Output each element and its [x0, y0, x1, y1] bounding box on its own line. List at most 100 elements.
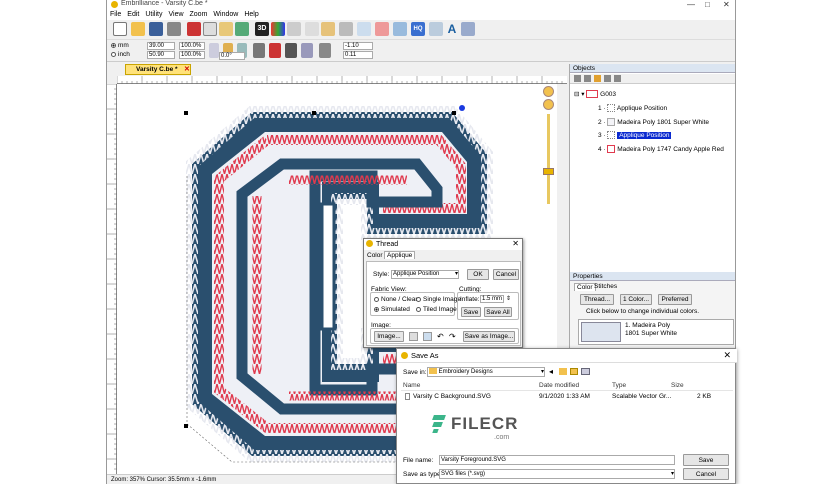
- cancel-button[interactable]: Cancel: [683, 468, 729, 480]
- col-size[interactable]: Size: [671, 382, 684, 389]
- paste-icon[interactable]: [219, 22, 233, 36]
- obj-ungroup-icon[interactable]: [614, 75, 621, 82]
- stitch-sim-icon[interactable]: [287, 22, 301, 36]
- col-date[interactable]: Date modified: [539, 382, 579, 389]
- angle-field[interactable]: 0.0°: [219, 52, 245, 60]
- new-folder-icon[interactable]: [570, 368, 578, 375]
- save-all-button[interactable]: Save All: [484, 307, 512, 317]
- height-field[interactable]: 50.90: [147, 51, 175, 59]
- document-tab[interactable]: Varsity C.be * ✕: [125, 64, 191, 75]
- scale-height-field[interactable]: 100.0%: [179, 51, 205, 59]
- unit-mm-radio[interactable]: [111, 42, 116, 48]
- ruler-icon[interactable]: [321, 22, 335, 36]
- merge-icon[interactable]: [393, 22, 407, 36]
- rotate-left-icon[interactable]: ↶: [437, 332, 444, 341]
- radio-single[interactable]: [416, 296, 421, 302]
- maximize-icon[interactable]: □: [705, 0, 710, 9]
- color-swatch-list[interactable]: 1. Madeira Poly 1801 Super White: [578, 319, 734, 345]
- preferred-button[interactable]: Preferred: [658, 294, 692, 305]
- lock-ratio-icon[interactable]: [209, 43, 219, 58]
- save-as-close-icon[interactable]: ✕: [723, 350, 731, 361]
- print-icon[interactable]: [167, 22, 181, 36]
- radio-none[interactable]: [374, 296, 379, 302]
- cut-icon[interactable]: [187, 22, 201, 36]
- obj-group-icon[interactable]: [604, 75, 611, 82]
- copy-icon[interactable]: [203, 22, 217, 36]
- tree-group-row[interactable]: ⊟ ▾ G003: [574, 90, 616, 99]
- obj-down-icon[interactable]: [584, 75, 591, 82]
- width-field[interactable]: 39.00: [147, 42, 175, 50]
- unit-inch-radio[interactable]: [111, 51, 116, 57]
- tab-applique[interactable]: Applique: [384, 251, 416, 259]
- col-name[interactable]: Name: [403, 382, 420, 389]
- zoom-track[interactable]: [547, 114, 550, 204]
- obj-lock-icon[interactable]: [594, 75, 601, 82]
- obj-up-icon[interactable]: [574, 75, 581, 82]
- up-folder-icon[interactable]: [559, 368, 567, 375]
- menu-utility[interactable]: Utility: [142, 10, 165, 20]
- view-menu-icon[interactable]: [581, 368, 590, 375]
- tree-item[interactable]: 4 · Madeira Poly 1747 Candy Apple Red: [598, 145, 724, 154]
- close-tab-icon[interactable]: ✕: [184, 65, 190, 75]
- zoom-out-icon[interactable]: [543, 99, 554, 110]
- save-in-select[interactable]: Embroidery Designs ▾: [427, 367, 545, 377]
- close-icon[interactable]: ✕: [723, 0, 730, 9]
- tree-item[interactable]: 1 · Applique Position: [598, 104, 667, 113]
- selection-handle[interactable]: [184, 424, 188, 428]
- open-folder-icon[interactable]: [131, 22, 145, 36]
- ungroup-icon[interactable]: [285, 43, 297, 58]
- save-icon[interactable]: [149, 22, 163, 36]
- tree-item[interactable]: 3 · Applique Position: [598, 131, 672, 140]
- save-button[interactable]: Save: [461, 307, 481, 317]
- position-icon[interactable]: [319, 43, 331, 58]
- monogram-icon[interactable]: [461, 22, 475, 36]
- inflate-spinner-icon[interactable]: ⇕: [506, 295, 511, 302]
- menu-help[interactable]: Help: [241, 10, 261, 20]
- image-scale-icon[interactable]: [423, 332, 432, 341]
- mirror-icon[interactable]: [253, 43, 265, 58]
- menu-file[interactable]: File: [107, 10, 124, 20]
- color-swatch[interactable]: [581, 322, 621, 342]
- zoom-slider[interactable]: [540, 84, 557, 214]
- move-icon[interactable]: [235, 22, 249, 36]
- opt-single[interactable]: Single Image: [416, 296, 461, 303]
- pos-y-field[interactable]: 0.11: [343, 51, 373, 59]
- selection-handle[interactable]: [184, 111, 188, 115]
- opt-none[interactable]: None / Clear: [374, 296, 418, 303]
- tab-thread-color[interactable]: Color: [367, 252, 383, 259]
- select-icon[interactable]: [357, 22, 371, 36]
- file-name-input[interactable]: Varsity Foreground.SVG: [439, 455, 675, 465]
- thread-button[interactable]: Thread...: [580, 294, 614, 305]
- save-button[interactable]: Save: [683, 454, 729, 466]
- color-bars-icon[interactable]: [271, 22, 285, 36]
- tab-stitches[interactable]: Stitches: [592, 283, 619, 290]
- style-select[interactable]: Applique Position ▾: [391, 270, 459, 279]
- menu-view[interactable]: View: [165, 10, 186, 20]
- back-icon[interactable]: ◂: [549, 367, 553, 376]
- menu-edit[interactable]: Edit: [124, 10, 142, 20]
- radio-tiled[interactable]: [416, 306, 421, 312]
- rotate-right-icon[interactable]: ↷: [449, 332, 456, 341]
- rotate-handle[interactable]: [459, 105, 465, 111]
- one-color-button[interactable]: 1 Color...: [620, 294, 652, 305]
- new-file-icon[interactable]: [113, 22, 127, 36]
- inflate-field[interactable]: 1.5 mm: [480, 295, 504, 303]
- radio-simulated[interactable]: [374, 306, 379, 312]
- zoom-thumb[interactable]: [543, 168, 554, 175]
- file-row[interactable]: Varsity C Background.SVG 9/1/2020 1:33 A…: [401, 392, 733, 402]
- wand-icon[interactable]: [429, 22, 443, 36]
- save-type-select[interactable]: SVG files (*.svg) ▾: [439, 469, 675, 479]
- pos-x-field[interactable]: -1.10: [343, 42, 373, 50]
- menu-window[interactable]: Window: [210, 10, 241, 20]
- menu-zoom[interactable]: Zoom: [187, 10, 211, 20]
- cancel-button[interactable]: Cancel: [493, 269, 519, 280]
- 3d-view-icon[interactable]: 3D: [255, 22, 269, 36]
- magnify-icon[interactable]: [305, 22, 319, 36]
- hq-icon[interactable]: HQ: [411, 22, 425, 36]
- ok-button[interactable]: OK: [467, 269, 489, 280]
- selection-handle[interactable]: [312, 111, 316, 115]
- opt-simulated[interactable]: Simulated: [374, 306, 410, 313]
- opt-tiled[interactable]: Tiled Image: [416, 306, 457, 313]
- minimize-icon[interactable]: —: [687, 0, 695, 9]
- image-clear-icon[interactable]: [409, 332, 418, 341]
